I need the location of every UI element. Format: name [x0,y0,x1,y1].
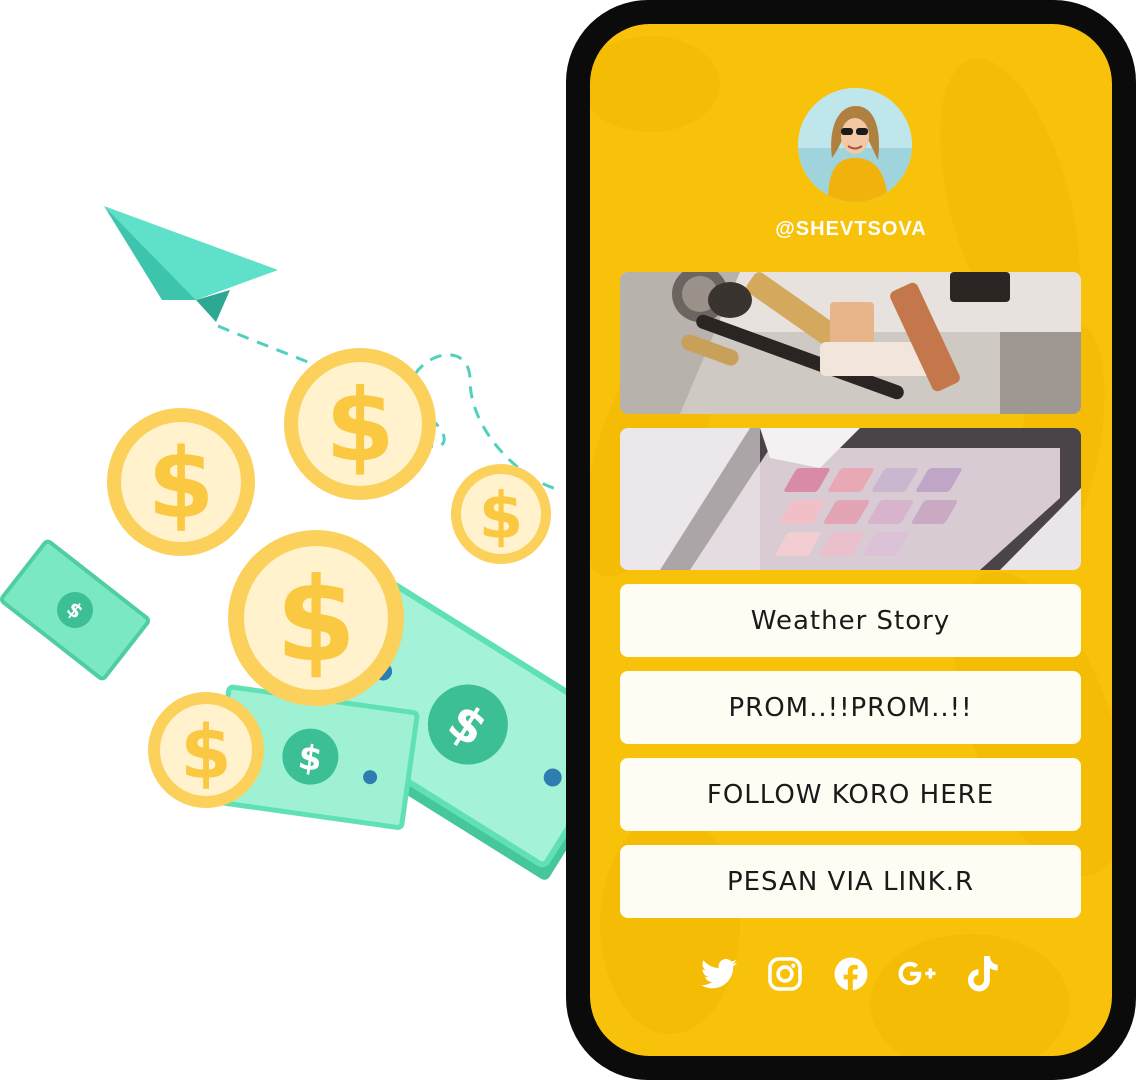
link-image-makeup-brushes[interactable] [620,272,1081,414]
svg-text:$: $ [479,480,524,554]
link-button-weather-story[interactable]: Weather Story [620,584,1081,657]
instagram-icon[interactable] [766,955,804,993]
link-image-eyeshadow-palette[interactable] [620,428,1081,570]
svg-text:$: $ [276,553,357,688]
coin-bottom-left: $ [148,692,264,808]
link-button-prom[interactable]: PROM..!!PROM..!! [620,671,1081,744]
svg-text:$: $ [180,710,232,796]
twitter-icon[interactable] [700,955,738,993]
facebook-icon[interactable] [832,955,870,993]
paper-plane-icon [104,206,278,322]
money-illustration: $ $ $ $ $ $ $ $ [0,206,600,880]
coin-center: $ [228,530,404,706]
tiktok-icon[interactable] [964,955,1002,993]
banknote-small: $ [0,539,151,681]
svg-text:$: $ [325,367,395,484]
avatar-image [798,88,912,202]
link-button-follow-koro[interactable]: FOLLOW KORO HERE [620,758,1081,831]
makeup-brushes-image [620,272,1081,414]
profile-username: @SHEVTSOVA [775,218,927,240]
link-button-pesan-via-link[interactable]: PESAN VIA LINK.R [620,845,1081,918]
phone-frame: @SHEVTSOVA Weather Story PROM..!!PROM..!… [566,0,1136,1080]
google-plus-icon[interactable] [898,955,936,993]
coin-large-top: $ [284,348,436,500]
coin-small-right: $ [451,464,551,564]
svg-text:$: $ [148,428,215,540]
coin-left: $ [107,408,255,556]
social-icons-row [590,952,1112,996]
phone-screen: @SHEVTSOVA Weather Story PROM..!!PROM..!… [590,24,1112,1056]
eyeshadow-palette-image [620,428,1081,570]
avatar[interactable] [798,88,912,202]
